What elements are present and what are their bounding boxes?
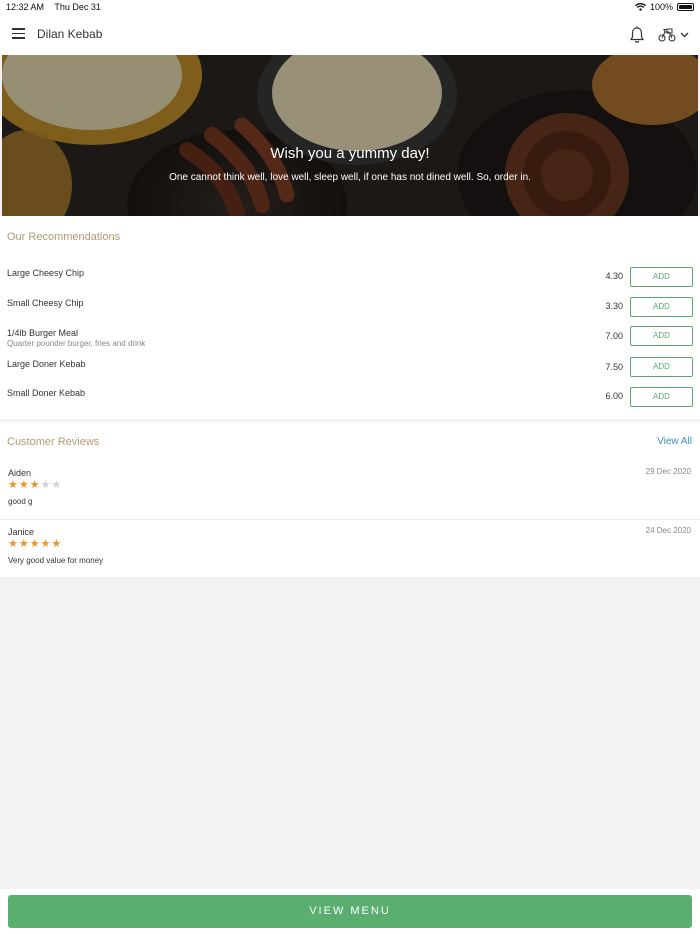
- recommendation-item: Large Doner Kebab 7.50 ADD: [0, 357, 700, 381]
- status-date: Thu Dec 31: [54, 2, 101, 12]
- chevron-down-icon: [680, 32, 689, 38]
- hero-title: Wish you a yummy day!: [270, 145, 430, 162]
- item-name: 1/4lb Burger Meal: [7, 328, 79, 338]
- item-name: Small Cheesy Chip: [7, 298, 84, 308]
- view-all-link[interactable]: View All: [657, 436, 692, 447]
- recommendation-item: Small Doner Kebab 6.00 ADD: [0, 387, 700, 411]
- item-price: 6.00: [605, 391, 623, 401]
- star-filled-icon: ★: [8, 479, 18, 491]
- item-price: 7.00: [605, 331, 623, 341]
- review-item: Aiden 29 Dec 2020 ★ ★ ★ ★ ★ good g: [0, 461, 700, 519]
- food-image: [2, 55, 698, 216]
- star-empty-icon: ★: [40, 479, 51, 491]
- review-item: Janice 24 Dec 2020 ★ ★ ★ ★ ★ Very good value…: [0, 519, 700, 577]
- reviews-title: Customer Reviews: [7, 436, 100, 448]
- star-filled-icon: ★: [40, 538, 51, 550]
- add-button[interactable]: ADD: [630, 357, 693, 377]
- battery-percent: 100%: [649, 2, 673, 12]
- menu-icon[interactable]: [12, 28, 25, 39]
- star-filled-icon: ★: [29, 479, 40, 491]
- star-filled-icon: ★: [18, 479, 29, 491]
- add-button[interactable]: ADD: [630, 297, 693, 317]
- star-rating: ★ ★ ★ ★ ★: [8, 480, 61, 491]
- add-button[interactable]: ADD: [630, 387, 693, 407]
- star-empty-icon: ★: [51, 479, 62, 491]
- star-filled-icon: ★: [8, 538, 18, 550]
- review-date: 24 Dec 2020: [645, 526, 691, 535]
- hero-subtitle: One cannot think well, love well, sleep …: [169, 172, 531, 183]
- review-text: good g: [8, 497, 33, 506]
- view-menu-button[interactable]: VIEW MENU: [8, 895, 692, 928]
- reviewer-name: Aiden: [8, 468, 32, 478]
- recommendations-section: Our Recommendations Large Cheesy Chip 4.…: [0, 216, 700, 419]
- recommendation-item: Small Cheesy Chip 3.30 ADD: [0, 296, 700, 320]
- status-bar: 12:32 AM Thu Dec 31 100%: [0, 0, 700, 14]
- hero-banner: Wish you a yummy day! One cannot think w…: [2, 55, 698, 216]
- recommendation-item: Large Cheesy Chip 4.30 ADD: [0, 266, 700, 290]
- review-text: Very good value for money: [8, 556, 104, 565]
- bell-icon[interactable]: [629, 26, 645, 44]
- star-rating: ★ ★ ★ ★ ★: [8, 539, 61, 550]
- nav-bar: Dilan Kebab: [0, 14, 700, 55]
- item-price: 4.30: [605, 271, 623, 281]
- battery-icon: [677, 3, 694, 11]
- star-filled-icon: ★: [51, 538, 62, 550]
- star-filled-icon: ★: [18, 538, 29, 550]
- reviewer-name: Janice: [8, 527, 35, 537]
- item-price: 3.30: [605, 301, 623, 311]
- item-description: Quarter pounder burger, fries and drink: [7, 339, 146, 348]
- footer: VIEW MENU: [0, 889, 700, 934]
- recommendations-title: Our Recommendations: [7, 231, 121, 243]
- add-button[interactable]: ADD: [630, 326, 693, 346]
- status-time: 12:32 AM: [6, 2, 45, 12]
- restaurant-title: Dilan Kebab: [37, 27, 103, 41]
- reviews-section: Customer Reviews View All Aiden 29 Dec 2…: [0, 422, 700, 577]
- item-name: Large Doner Kebab: [7, 359, 86, 369]
- add-button[interactable]: ADD: [630, 267, 693, 287]
- wifi-icon: [635, 3, 646, 11]
- item-price: 7.50: [605, 362, 623, 372]
- star-filled-icon: ★: [29, 538, 40, 550]
- recommendation-item: 1/4lb Burger Meal Quarter pounder burger…: [0, 326, 700, 350]
- delivery-mode-icon[interactable]: [658, 27, 690, 43]
- item-name: Large Cheesy Chip: [7, 268, 85, 278]
- review-date: 29 Dec 2020: [645, 467, 691, 476]
- item-name: Small Doner Kebab: [7, 388, 86, 398]
